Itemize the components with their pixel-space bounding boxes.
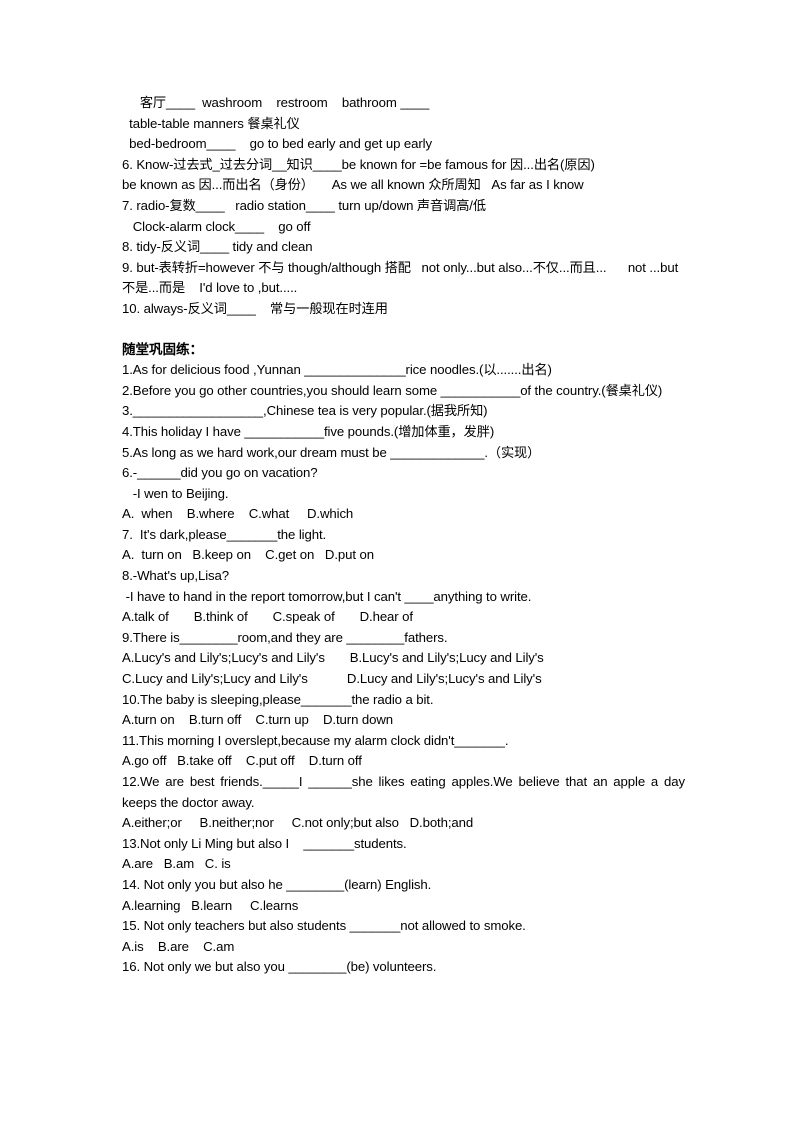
exercise-8-options: A.talk of B.think of C.speak of D.hear o…	[122, 609, 413, 625]
exercise-8-reply: -I have to hand in the report tomorrow,b…	[122, 588, 532, 604]
exercise-14-stem: 14. Not only you but also he ________(le…	[122, 876, 432, 892]
exercise-4-stem: 4.This holiday I have ___________five po…	[122, 423, 495, 439]
exercise-11-options: A.go off B.take off C.put off D.turn off	[122, 753, 362, 769]
exercise-7-stem: 7. It's dark,please_______the light.	[122, 526, 327, 542]
exercise-7-options: A. turn on B.keep on C.get on D.put on	[122, 547, 374, 563]
exercise-3-stem: 3.__________________,Chinese tea is very…	[122, 403, 488, 419]
exercise-15-stem: 15. Not only teachers but also students …	[122, 918, 526, 934]
note-line-8: 8. tidy-反义词____ tidy and clean	[122, 239, 313, 255]
note-line-10: 10. always-反义词____ 常与一般现在时连用	[122, 300, 388, 316]
worksheet-page: 客厅____ washroom restroom bathroom ____ t…	[0, 0, 794, 1123]
exercise-16-stem: 16. Not only we but also you ________(be…	[122, 959, 437, 975]
exercise-8-stem: 8.-What's up,Lisa?	[122, 568, 230, 584]
note-line-6: 7. radio-复数____ radio station____ turn u…	[122, 197, 486, 213]
exercise-13-stem: 13.Not only Li Ming but also I _______st…	[122, 835, 407, 851]
exercise-6-reply: -I wen to Beijing.	[122, 485, 229, 501]
section-heading: 随堂巩固练：	[122, 341, 203, 357]
exercise-9-options-ab: A.Lucy's and Lily's;Lucy's and Lily's B.…	[122, 650, 544, 666]
exercise-13-options: A.are B.am C. is	[122, 856, 231, 872]
exercise-15-options: A.is B.are C.am	[122, 938, 235, 954]
exercise-9-stem: 9.There is________room,and they are ____…	[122, 629, 448, 645]
exercise-6-stem: 6.-______did you go on vacation?	[122, 465, 318, 481]
note-line-1: 客厅____ washroom restroom bathroom ____	[122, 95, 430, 110]
exercise-5-stem: 5.As long as we hard work,our dream must…	[122, 444, 541, 460]
exercise-14-options: A.learning B.learn C.learns	[122, 897, 299, 913]
exercise-1-stem: 1.As for delicious food ,Yunnan ________…	[122, 362, 552, 378]
exercise-6-options: A. when B.where C.what D.which	[122, 506, 354, 522]
exercise-10-options: A.turn on B.turn off C.turn up D.turn do…	[122, 712, 394, 728]
note-line-7: Clock-alarm clock____ go off	[122, 218, 311, 234]
note-line-3: bed-bedroom____ go to bed early and get …	[122, 136, 432, 152]
exercise-12-options: A.either;or B.neither;nor C.not only;but…	[122, 815, 474, 831]
exercise-10-stem: 10.The baby is sleeping,please_______the…	[122, 691, 434, 707]
exercise-2-stem: 2.Before you go other countries,you shou…	[122, 382, 663, 398]
note-line-5: be known as 因...而出名（身份） As we all known …	[122, 177, 584, 193]
exercise-12-stem: 12.We are best friends._____I ______she …	[122, 774, 689, 810]
note-line-2: table-table manners 餐桌礼仪	[122, 115, 300, 131]
note-line-4: 6. Know-过去式_过去分词__知识____be known for =be…	[122, 156, 595, 172]
exercise-9-options-cd: C.Lucy and Lily's;Lucy and Lily's D.Lucy…	[122, 671, 542, 687]
exercise-11-stem: 11.This morning I overslept,because my a…	[122, 732, 509, 748]
note-line-9: 9. but-表转折=however 不与 though/although 搭配…	[122, 259, 682, 296]
document-body: 客厅____ washroom restroom bathroom ____ t…	[122, 93, 685, 978]
